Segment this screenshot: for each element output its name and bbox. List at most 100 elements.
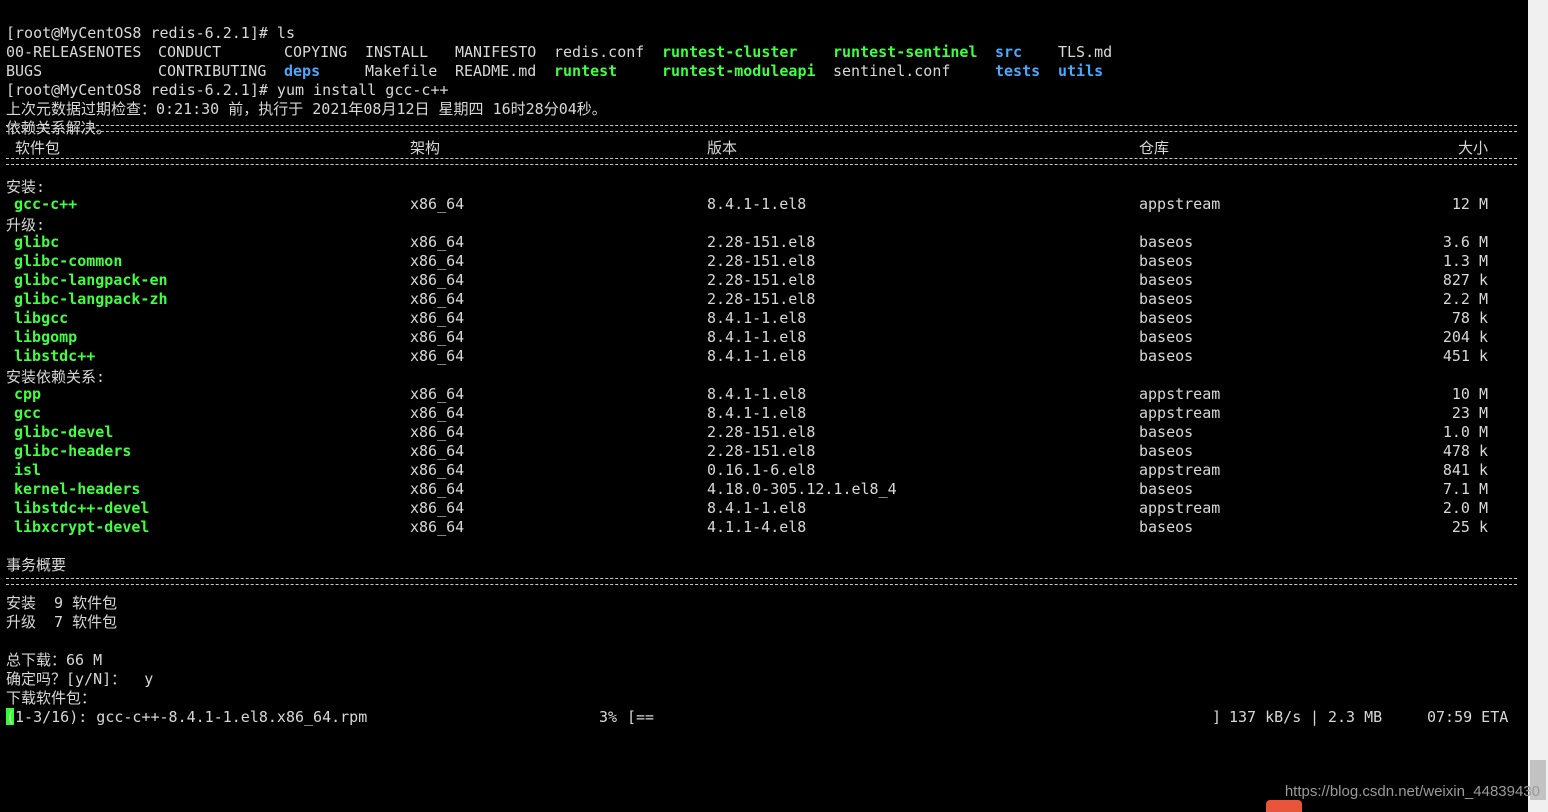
package-name: libstdc++ [14,347,96,365]
package-arch: x86_64 [410,195,465,213]
ls-file: COPYING [284,43,348,61]
confirm-prompt: 确定吗？[y/N]： y [6,670,154,688]
package-version: 0.16.1-6.el8 [707,461,816,479]
package-version: 4.18.0-305.12.1.el8_4 [707,480,897,498]
package-version: 8.4.1-1.el8 [707,347,807,365]
watermark: https://blog.csdn.net/weixin_44839430 [1284,783,1540,800]
summary-upgrade: 升级 7 软件包 [6,613,118,631]
package-name: gcc-c++ [14,195,78,213]
downloading-label: 下载软件包： [6,689,97,707]
package-name: glibc-headers [14,442,132,460]
header-version: 版本 [707,139,738,157]
package-arch: x86_64 [410,271,465,289]
package-repo: baseos [1139,271,1194,289]
separator [6,158,1517,165]
package-arch: x86_64 [410,499,465,517]
prompt-ls: [root@MyCentOS8 redis-6.2.1]# ls [6,24,295,42]
package-name: glibc-langpack-en [14,271,168,289]
ls-file: MANIFESTO [455,43,537,61]
progress-downloaded: 2.3 MB [1328,708,1383,726]
separator [6,578,1517,585]
package-version: 2.28-151.el8 [707,290,816,308]
package-version: 8.4.1-1.el8 [707,385,807,403]
package-name: libstdc++-devel [14,499,150,517]
package-arch: x86_64 [410,309,465,327]
package-size: 451 k [1442,347,1488,365]
package-version: 8.4.1-1.el8 [707,309,807,327]
terminal-window[interactable]: [root@MyCentOS8 redis-6.2.1]# ls 00-RELE… [0,0,1528,812]
ls-executable: runtest [554,62,618,80]
package-version: 8.4.1-1.el8 [707,499,807,517]
metadata-line: 上次元数据过期检查：0:21:30 前，执行于 2021年08月12日 星期四 … [6,100,607,118]
package-repo: baseos [1139,347,1194,365]
ls-file: BUGS [6,62,43,80]
package-version: 2.28-151.el8 [707,423,816,441]
package-version: 8.4.1-1.el8 [707,328,807,346]
package-repo: baseos [1139,309,1194,327]
package-name: glibc-devel [14,423,114,441]
section-title: 安装依赖关系: [6,368,106,386]
package-size: 10 M [1451,385,1488,403]
ls-executable: runtest-cluster [662,43,798,61]
ls-file: README.md [455,62,537,80]
ls-file: TLS.md [1058,43,1113,61]
package-repo: appstream [1139,499,1221,517]
package-version: 2.28-151.el8 [707,233,816,251]
ls-file: CONDUCT [158,43,222,61]
ls-directory: src [995,43,1023,61]
package-repo: baseos [1139,233,1194,251]
package-size: 841 k [1442,461,1488,479]
package-arch: x86_64 [410,233,465,251]
package-repo: appstream [1139,385,1221,403]
package-repo: baseos [1139,442,1194,460]
package-arch: x86_64 [410,385,465,403]
progress-percent: 3% [599,708,618,726]
total-download: 总下载：66 M [6,651,103,669]
summary-install: 安装 9 软件包 [6,594,118,612]
package-name: kernel-headers [14,480,141,498]
package-version: 4.1.1-4.el8 [707,518,807,536]
package-version: 2.28-151.el8 [707,442,816,460]
section-title: 安装: [6,178,46,196]
package-repo: baseos [1139,518,1194,536]
package-repo: appstream [1139,404,1221,422]
progress-bar-end: ] [1212,708,1222,726]
package-size: 7.1 M [1442,480,1488,498]
summary-title: 事务概要 [6,556,67,574]
package-arch: x86_64 [410,328,465,346]
package-size: 78 k [1451,309,1488,327]
package-repo: baseos [1139,423,1194,441]
progress-bar: [== [627,708,655,726]
package-name: glibc-common [14,252,123,270]
package-arch: x86_64 [410,347,465,365]
package-name: gcc [14,404,42,422]
package-version: 8.4.1-1.el8 [707,404,807,422]
package-name: libgcc [14,309,69,327]
package-size: 478 k [1442,442,1488,460]
package-name: cpp [14,385,42,403]
section-title: 升级: [6,216,46,234]
package-repo: baseos [1139,252,1194,270]
package-repo: baseos [1139,480,1194,498]
package-name: glibc-langpack-zh [14,290,168,308]
progress-separator: | [1310,708,1320,726]
package-size: 12 M [1451,195,1488,213]
csdn-logo-icon [1266,800,1302,812]
ls-directory: tests [995,62,1041,80]
ls-directory: utils [1058,62,1104,80]
ls-executable: runtest-sentinel [833,43,978,61]
vertical-scrollbar[interactable] [1528,0,1548,812]
ls-file: 00-RELEASENOTES [6,43,142,61]
progress-speed: 137 kB/s [1229,708,1302,726]
package-arch: x86_64 [410,480,465,498]
package-size: 2.2 M [1442,290,1488,308]
package-size: 23 M [1451,404,1488,422]
ls-executable: runtest-moduleapi [662,62,816,80]
package-name: glibc [14,233,60,251]
ls-directory: deps [284,62,321,80]
package-size: 25 k [1451,518,1488,536]
package-version: 2.28-151.el8 [707,271,816,289]
package-size: 1.0 M [1442,423,1488,441]
package-version: 2.28-151.el8 [707,252,816,270]
header-package: 软件包 [15,139,61,157]
